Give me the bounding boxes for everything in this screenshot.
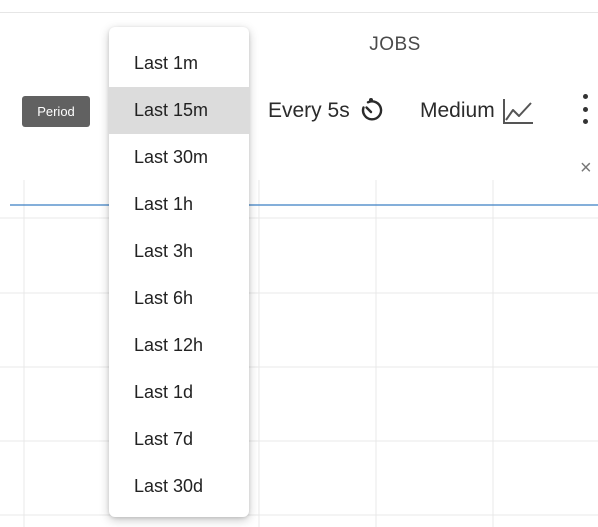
resolution-button[interactable]: Medium [420, 92, 535, 130]
period-option-1m[interactable]: Last 1m [109, 40, 249, 87]
resolution-label: Medium [420, 99, 495, 122]
period-option-label: Last 15m [134, 100, 209, 120]
chart-grid [0, 180, 598, 527]
period-option-label: Last 6h [134, 288, 194, 308]
kebab-dot [582, 94, 588, 99]
period-option-15m[interactable]: Last 15m [109, 87, 249, 134]
period-option-label: Last 30d [134, 476, 204, 496]
refresh-interval-label: Every 5s [268, 99, 350, 122]
panel-title: JOBS [369, 34, 421, 55]
period-option-1d[interactable]: Last 1d [109, 369, 249, 416]
top-divider [0, 12, 598, 13]
period-option-3h[interactable]: Last 3h [109, 228, 249, 275]
refresh-interval-button[interactable]: Every 5s [268, 92, 386, 130]
period-option-1h[interactable]: Last 1h [109, 181, 249, 228]
period-option-label: Last 1m [134, 53, 199, 73]
kebab-dot [582, 119, 588, 124]
close-icon[interactable]: × [580, 158, 592, 178]
timer-icon [356, 96, 386, 126]
period-option-label: Last 30m [134, 147, 209, 167]
period-option-6h[interactable]: Last 6h [109, 275, 249, 322]
period-option-label: Last 1h [134, 194, 194, 214]
kebab-menu-icon[interactable] [578, 94, 592, 124]
line-chart-icon [501, 96, 535, 126]
period-option-30d[interactable]: Last 30d [109, 463, 249, 510]
period-option-7d[interactable]: Last 7d [109, 416, 249, 463]
period-label-tag: Period [22, 96, 90, 127]
period-option-12h[interactable]: Last 12h [109, 322, 249, 369]
period-option-label: Last 7d [134, 429, 194, 449]
period-dropdown-menu: Last 1m Last 15m Last 30m Last 1h Last 3… [109, 27, 249, 517]
period-option-label: Last 3h [134, 241, 194, 261]
period-option-30m[interactable]: Last 30m [109, 134, 249, 181]
kebab-dot [582, 106, 588, 112]
period-option-label: Last 12h [134, 335, 204, 355]
period-option-label: Last 1d [134, 382, 194, 402]
